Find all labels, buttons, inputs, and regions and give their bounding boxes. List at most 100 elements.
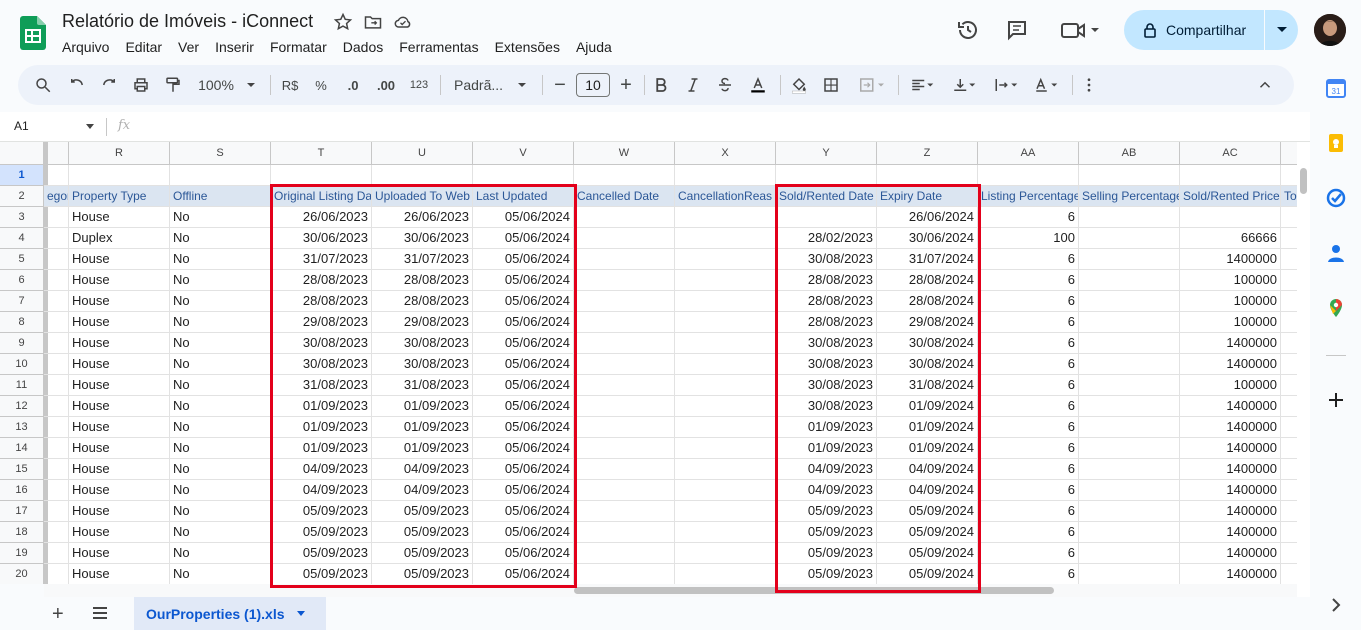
table-cell[interactable] — [1180, 165, 1281, 186]
table-cell[interactable] — [1281, 333, 1297, 354]
table-cell[interactable]: No — [170, 480, 271, 501]
table-cell[interactable]: 05/06/2024 — [473, 459, 574, 480]
table-cell[interactable]: House — [69, 396, 170, 417]
table-cell[interactable]: 1400000 — [1180, 480, 1281, 501]
table-cell[interactable] — [675, 333, 776, 354]
column-title-cell[interactable]: Original Listing Da — [271, 186, 372, 207]
table-cell[interactable] — [44, 564, 69, 584]
table-cell[interactable]: 1400000 — [1180, 501, 1281, 522]
move-folder-icon[interactable] — [363, 12, 383, 32]
meet-video-icon[interactable] — [1060, 18, 1100, 42]
table-cell[interactable] — [1079, 312, 1180, 333]
table-cell[interactable]: No — [170, 543, 271, 564]
print-icon[interactable] — [130, 65, 152, 105]
table-cell[interactable]: 30/08/2023 — [776, 333, 877, 354]
table-cell[interactable]: 31/07/2024 — [877, 249, 978, 270]
table-cell[interactable] — [675, 543, 776, 564]
table-cell[interactable]: 01/09/2023 — [271, 396, 372, 417]
table-cell[interactable]: 05/06/2024 — [473, 228, 574, 249]
table-cell[interactable] — [1281, 480, 1297, 501]
table-cell[interactable] — [44, 375, 69, 396]
table-cell[interactable]: 04/09/2023 — [776, 480, 877, 501]
table-cell[interactable]: 01/09/2023 — [372, 417, 473, 438]
table-cell[interactable]: No — [170, 564, 271, 584]
table-cell[interactable] — [1281, 270, 1297, 291]
table-cell[interactable] — [776, 165, 877, 186]
row-header[interactable]: 5 — [0, 249, 44, 270]
table-cell[interactable] — [44, 291, 69, 312]
column-header[interactable]: AB — [1079, 142, 1180, 165]
table-cell[interactable] — [473, 165, 574, 186]
table-cell[interactable] — [574, 291, 675, 312]
table-cell[interactable]: 05/06/2024 — [473, 354, 574, 375]
vertical-scrollbar[interactable] — [1297, 142, 1310, 597]
table-cell[interactable]: 01/09/2023 — [271, 417, 372, 438]
row-header[interactable]: 6 — [0, 270, 44, 291]
table-cell[interactable] — [1079, 270, 1180, 291]
table-cell[interactable] — [44, 249, 69, 270]
table-cell[interactable]: House — [69, 249, 170, 270]
column-header[interactable]: AC — [1180, 142, 1281, 165]
table-cell[interactable] — [170, 165, 271, 186]
column-title-cell[interactable]: To — [1281, 186, 1297, 207]
table-cell[interactable] — [1281, 375, 1297, 396]
column-header[interactable]: Y — [776, 142, 877, 165]
table-cell[interactable]: No — [170, 417, 271, 438]
menu-ver[interactable]: Ver — [178, 38, 207, 56]
table-cell[interactable]: 28/08/2023 — [776, 312, 877, 333]
table-cell[interactable] — [1281, 522, 1297, 543]
table-cell[interactable]: 31/08/2023 — [271, 375, 372, 396]
table-cell[interactable]: 05/09/2023 — [776, 564, 877, 584]
table-cell[interactable]: 01/09/2024 — [877, 438, 978, 459]
column-header[interactable]: X — [675, 142, 776, 165]
table-cell[interactable]: No — [170, 354, 271, 375]
row-header[interactable]: 15 — [0, 459, 44, 480]
table-cell[interactable] — [574, 396, 675, 417]
menu-formatar[interactable]: Formatar — [270, 38, 335, 56]
table-cell[interactable] — [574, 438, 675, 459]
table-cell[interactable] — [44, 501, 69, 522]
table-cell[interactable]: 01/09/2023 — [372, 438, 473, 459]
horizontal-align-icon[interactable] — [904, 65, 940, 105]
select-all-corner[interactable] — [0, 142, 44, 165]
row-header[interactable]: 3 — [0, 207, 44, 228]
table-cell[interactable]: 05/06/2024 — [473, 438, 574, 459]
menu-dados[interactable]: Dados — [343, 38, 391, 56]
horizontal-scrollbar[interactable] — [44, 584, 1297, 597]
table-cell[interactable]: 1400000 — [1180, 333, 1281, 354]
table-cell[interactable]: 05/09/2023 — [271, 543, 372, 564]
table-cell[interactable] — [675, 354, 776, 375]
table-cell[interactable] — [574, 417, 675, 438]
column-header[interactable]: W — [574, 142, 675, 165]
table-cell[interactable]: 1400000 — [1180, 438, 1281, 459]
column-title-cell[interactable]: Selling Percentage — [1079, 186, 1180, 207]
table-cell[interactable] — [44, 312, 69, 333]
table-cell[interactable]: House — [69, 291, 170, 312]
fill-color-icon[interactable] — [788, 65, 810, 105]
table-cell[interactable]: 05/09/2023 — [372, 522, 473, 543]
table-cell[interactable]: 05/06/2024 — [473, 522, 574, 543]
column-title-cell[interactable]: Offline — [170, 186, 271, 207]
table-cell[interactable] — [44, 333, 69, 354]
table-cell[interactable] — [1281, 228, 1297, 249]
table-cell[interactable]: 1400000 — [1180, 522, 1281, 543]
table-cell[interactable]: 04/09/2023 — [271, 480, 372, 501]
table-cell[interactable] — [1281, 459, 1297, 480]
table-cell[interactable] — [574, 270, 675, 291]
table-cell[interactable]: 1400000 — [1180, 396, 1281, 417]
table-cell[interactable] — [675, 501, 776, 522]
table-cell[interactable]: 100000 — [1180, 270, 1281, 291]
table-cell[interactable] — [372, 165, 473, 186]
table-cell[interactable]: House — [69, 207, 170, 228]
add-addon-plus-icon[interactable] — [1326, 390, 1346, 410]
row-header[interactable]: 1 — [0, 165, 44, 186]
table-cell[interactable] — [1079, 165, 1180, 186]
table-cell[interactable] — [1079, 207, 1180, 228]
table-cell[interactable]: 30/08/2023 — [271, 333, 372, 354]
table-cell[interactable]: 28/08/2024 — [877, 291, 978, 312]
table-cell[interactable]: 1400000 — [1180, 564, 1281, 584]
column-header[interactable]: S — [170, 142, 271, 165]
column-header[interactable]: T — [271, 142, 372, 165]
table-cell[interactable]: 04/09/2023 — [271, 459, 372, 480]
row-header[interactable]: 18 — [0, 522, 44, 543]
